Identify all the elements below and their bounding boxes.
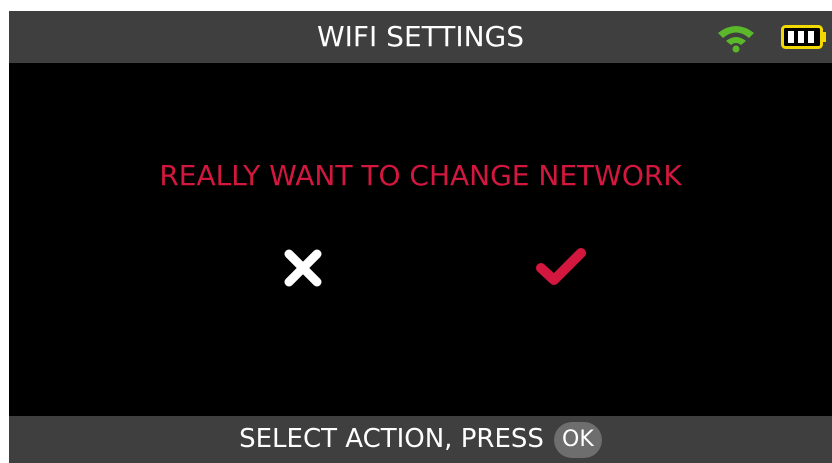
footer-instruction: SELECT ACTION, PRESS (239, 424, 544, 454)
page-title: WIFI SETTINGS (316, 20, 525, 53)
confirm-prompt: REALLY WANT TO CHANGE NETWORK (159, 159, 682, 192)
ok-button[interactable]: OK (553, 421, 602, 458)
footer-bar: SELECT ACTION, PRESS OK (9, 416, 832, 463)
header-bar: WIFI SETTINGS (9, 11, 832, 63)
close-icon[interactable] (281, 246, 325, 290)
battery-icon (781, 25, 826, 49)
wifi-icon (718, 26, 754, 53)
checkmark-icon[interactable] (533, 244, 589, 288)
device-screen: WIFI SETTINGS REALLY WANT TO CHANGE NETW… (9, 11, 832, 463)
